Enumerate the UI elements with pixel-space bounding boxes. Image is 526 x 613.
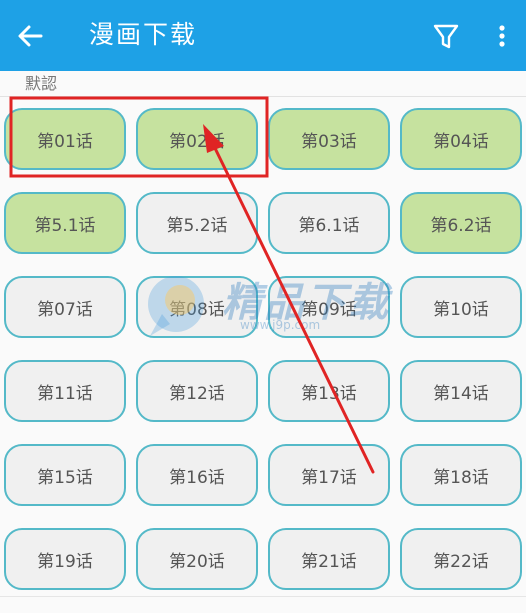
filter-icon[interactable] — [431, 20, 461, 52]
chapter-chip[interactable]: 第16话 — [136, 444, 258, 506]
chapter-chip[interactable]: 第17话 — [268, 444, 390, 506]
chapter-chip[interactable]: 第19话 — [4, 528, 126, 590]
more-vertical-icon[interactable] — [492, 20, 512, 52]
chapter-chip[interactable]: 第6.1话 — [268, 192, 390, 254]
chapter-chip[interactable]: 第13话 — [268, 360, 390, 422]
chapter-chip[interactable]: 第08话 — [136, 276, 258, 338]
chapter-grid: 第01话 第02话 第03话 第04话第5.1话 第5.2话 第6.1话 第6.2话第07话… — [4, 108, 526, 590]
chapter-chip[interactable]: 第03话 — [268, 108, 390, 170]
chapter-chip[interactable]: 第02话 — [136, 108, 258, 170]
arrow-left-icon[interactable] — [14, 20, 46, 52]
chapter-chip[interactable]: 第6.2话 — [400, 192, 522, 254]
chapter-chip[interactable]: 第20话 — [136, 528, 258, 590]
bottom-divider — [0, 596, 526, 597]
chapter-chip[interactable]: 第09话 — [268, 276, 390, 338]
chapter-chip[interactable]: 第5.2话 — [136, 192, 258, 254]
section-label: 默認 — [25, 74, 58, 93]
page-title: 漫画下载 — [89, 20, 198, 49]
chapter-chip[interactable]: 第18话 — [400, 444, 522, 506]
app-bar: 漫画下载 — [0, 0, 526, 71]
divider — [0, 96, 526, 97]
chapter-chip[interactable]: 第10话 — [400, 276, 522, 338]
chapter-chip[interactable]: 第07话 — [4, 276, 126, 338]
chapter-chip[interactable]: 第14话 — [400, 360, 522, 422]
chapter-chip[interactable]: 第11话 — [4, 360, 126, 422]
chapter-chip[interactable]: 第15话 — [4, 444, 126, 506]
chapter-chip[interactable]: 第01话 — [4, 108, 126, 170]
chapter-chip[interactable]: 第5.1话 — [4, 192, 126, 254]
chapter-chip[interactable]: 第12话 — [136, 360, 258, 422]
chapter-chip[interactable]: 第21话 — [268, 528, 390, 590]
chapter-chip[interactable]: 第04话 — [400, 108, 522, 170]
chapter-chip[interactable]: 第22话 — [400, 528, 522, 590]
